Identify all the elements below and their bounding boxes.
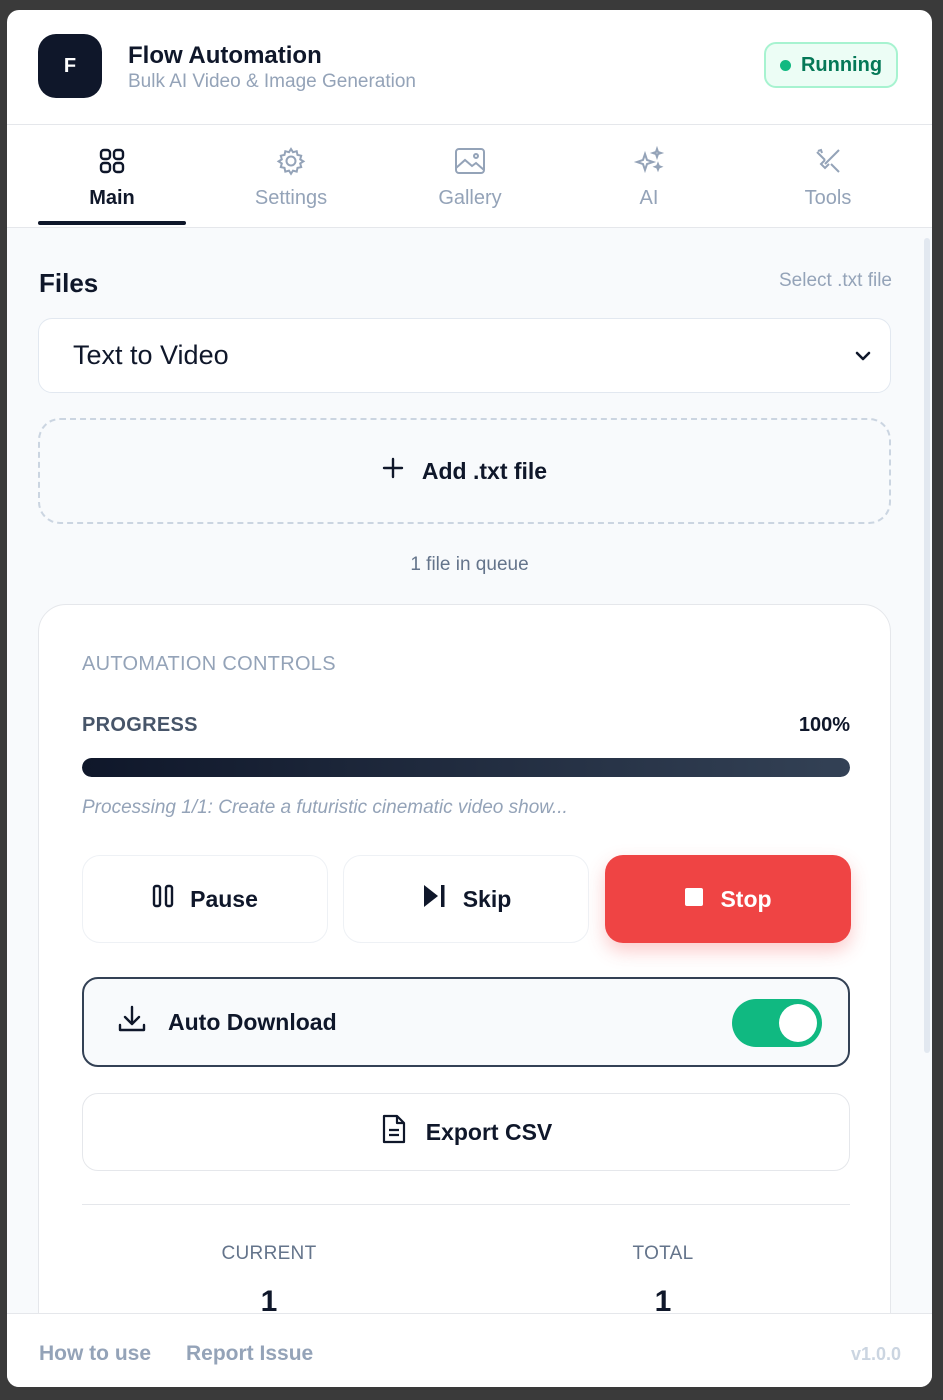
status-text: Running	[800, 53, 883, 76]
export-csv-label: Export CSV	[425, 1118, 553, 1145]
gear-icon	[276, 145, 306, 177]
file-text-icon	[380, 1113, 408, 1151]
stop-icon	[684, 886, 704, 913]
tab-settings[interactable]: Settings	[216, 125, 366, 227]
total-label: TOTAL	[632, 1243, 694, 1264]
tab-label: Gallery	[438, 187, 502, 209]
stop-label: Stop	[720, 885, 772, 912]
app-title: Flow Automation	[128, 42, 322, 69]
pause-label: Pause	[190, 885, 258, 912]
app-subtitle: Bulk AI Video & Image Generation	[128, 71, 416, 92]
toggle-knob	[779, 1004, 817, 1042]
image-icon	[454, 145, 486, 177]
skip-forward-icon	[421, 883, 447, 915]
mode-select-value: Text to Video	[73, 340, 229, 370]
download-icon	[116, 1003, 148, 1041]
add-txt-file-button[interactable]: Add .txt file	[38, 418, 891, 524]
report-issue-link[interactable]: Report Issue	[186, 1342, 313, 1366]
queue-count: 1 file in queue	[410, 554, 529, 575]
tab-tools[interactable]: Tools	[753, 125, 903, 227]
version-label: v1.0.0	[850, 1344, 901, 1364]
tab-label: Main	[89, 187, 135, 209]
progress-bar-fill	[82, 758, 850, 777]
add-file-label: Add .txt file	[421, 457, 548, 484]
auto-download-label: Auto Download	[168, 1008, 337, 1035]
processing-status: Processing 1/1: Create a futuristic cine…	[82, 797, 568, 818]
progress-bar	[82, 758, 850, 777]
export-csv-button[interactable]: Export CSV	[82, 1093, 850, 1171]
tools-icon	[813, 145, 843, 177]
tab-bar: Main Settings Gallery AI Tools	[7, 125, 932, 228]
card-title: AUTOMATION CONTROLS	[82, 653, 336, 675]
header: F Flow Automation Bulk AI Video & Image …	[7, 10, 932, 125]
active-tab-indicator	[38, 221, 186, 225]
tab-label: Tools	[804, 187, 852, 209]
current-value: 1	[260, 1285, 278, 1313]
tab-ai[interactable]: AI	[574, 125, 724, 227]
grid-icon	[98, 145, 126, 177]
files-heading: Files	[39, 268, 99, 298]
app-logo: F	[38, 34, 102, 98]
mode-select[interactable]: Text to Video	[38, 318, 891, 393]
plus-icon	[382, 457, 404, 485]
tab-label: Settings	[254, 187, 328, 209]
tab-gallery[interactable]: Gallery	[395, 125, 545, 227]
auto-download-row: Auto Download	[82, 977, 850, 1067]
skip-button[interactable]: Skip	[343, 855, 589, 943]
footer: How to use Report Issue v1.0.0	[7, 1313, 932, 1387]
status-badge: Running	[764, 42, 898, 88]
stop-button[interactable]: Stop	[605, 855, 851, 943]
pause-button[interactable]: Pause	[82, 855, 328, 943]
progress-label: PROGRESS	[82, 714, 198, 736]
main-panel: Files Select .txt file Text to Video Add…	[7, 228, 932, 1313]
tab-label: AI	[639, 187, 659, 209]
automation-controls-card: AUTOMATION CONTROLS PROGRESS 100% Proces…	[38, 604, 891, 1313]
tab-main[interactable]: Main	[37, 125, 187, 227]
scrollbar[interactable]	[924, 238, 930, 1053]
current-label: CURRENT	[221, 1243, 317, 1264]
pause-icon	[152, 884, 174, 914]
how-to-use-link[interactable]: How to use	[39, 1342, 151, 1366]
auto-download-toggle[interactable]	[732, 999, 822, 1047]
chevron-down-icon	[850, 343, 876, 376]
sparkles-icon	[633, 145, 665, 177]
skip-label: Skip	[462, 885, 512, 912]
divider	[82, 1204, 850, 1205]
progress-percent: 100%	[798, 714, 850, 736]
status-dot-icon	[779, 59, 791, 71]
extension-window: F Flow Automation Bulk AI Video & Image …	[7, 10, 932, 1387]
total-value: 1	[654, 1285, 672, 1313]
select-txt-link[interactable]: Select .txt file	[779, 270, 892, 292]
